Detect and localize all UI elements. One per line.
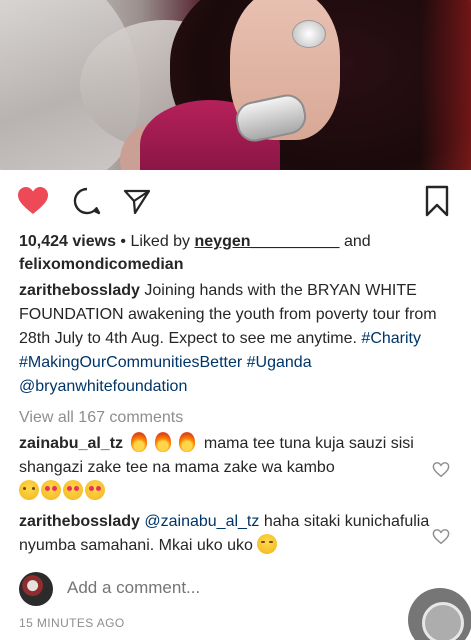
media-ring [292,20,326,48]
post-caption: zarithebosslady Joining hands with the B… [19,279,459,399]
heart-eyes-emoji [41,480,61,500]
likes-summary: 10,424 views • Liked by neygen__________… [19,230,459,254]
emoji-row [19,480,107,504]
fire-emoji [131,432,148,452]
comment-button[interactable] [70,184,104,218]
add-comment-input[interactable] [67,578,367,598]
action-bar [0,178,471,222]
add-comment-row [19,570,459,610]
post-timestamp: 15 MINUTES AGO [19,616,125,630]
hashtag-uganda[interactable]: #Uganda [247,354,312,371]
liked-by-user[interactable]: neygen__________ [195,233,340,250]
share-icon [123,189,151,215]
caption-username[interactable]: zarithebosslady [19,282,140,299]
avatar [19,572,53,606]
heart-icon [18,187,48,214]
media-glow [420,0,471,170]
liked-by-other[interactable]: felixomondicomedian [19,253,459,277]
hashtag-charity[interactable]: #Charity [361,330,421,347]
like-button[interactable] [16,184,50,218]
comment-username[interactable]: zainabu_al_tz [19,435,123,452]
post-media[interactable] [0,0,471,170]
liked-by-and: and [339,233,371,250]
comment-username[interactable]: zarithebosslady [19,513,140,530]
liked-by-prefix: • Liked by [115,233,195,250]
view-all-comments-link[interactable]: View all 167 comments [19,406,459,430]
save-button[interactable] [420,184,454,218]
mention-foundation[interactable]: @bryanwhitefoundation [19,378,187,395]
comment-mention[interactable]: @zainabu_al_tz [144,513,259,530]
fire-emoji [179,432,196,452]
comment-row: zarithebosslady @zainabu_al_tz haha sita… [19,510,439,558]
heart-eyes-emoji [63,480,83,500]
bookmark-icon [425,185,449,217]
small-heart-icon[interactable] [432,528,450,546]
fire-emoji [155,432,172,452]
share-button[interactable] [120,184,154,218]
views-count: 10,424 views [19,233,116,250]
smile-emoji [19,480,39,500]
hashtag-communities[interactable]: #MakingOurCommunitiesBetter [19,354,242,371]
comment-icon [73,187,101,215]
laughing-emoji [257,534,278,554]
heart-eyes-emoji [85,480,105,500]
small-heart-icon[interactable] [432,461,450,479]
floating-action-button[interactable] [408,588,471,640]
comment-row: zainabu_al_tz mama tee tuna kuja sauzi s… [19,432,439,504]
